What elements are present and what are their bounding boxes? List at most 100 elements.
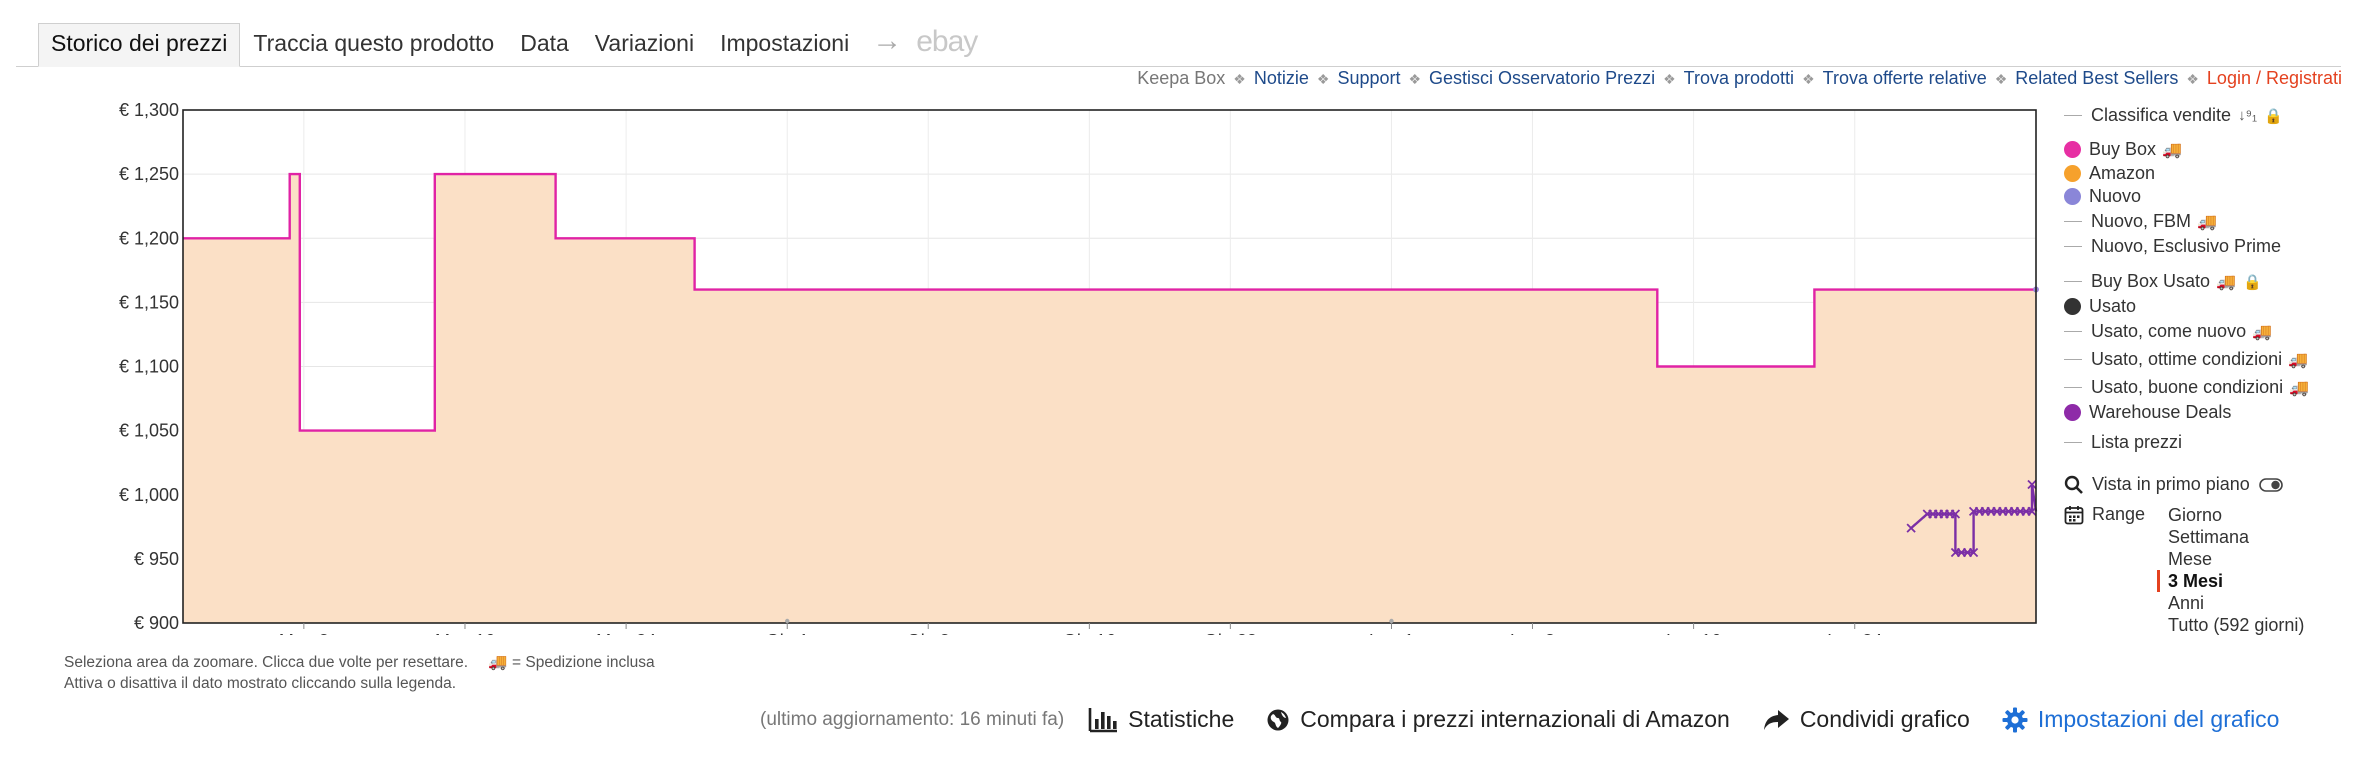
range-options: Giorno Settimana Mese 3 Mesi Anni Tutto (592 … — [2157, 504, 2304, 636]
tab-variations[interactable]: Variazioni — [582, 24, 707, 66]
legend-label: Lista prezzi — [2091, 432, 2183, 452]
legend-label: Classifica vendite — [2091, 105, 2232, 125]
legend-line-icon — [2064, 387, 2082, 388]
zoom-hint: Seleziona area da zoomare. Clicca due vo… — [64, 654, 469, 671]
legend-used[interactable]: Usato — [2064, 296, 2136, 317]
login-link[interactable]: Login / Registrati — [2207, 68, 2342, 88]
legend-line-icon — [2064, 359, 2082, 360]
range-option[interactable]: 3 Mesi — [2157, 570, 2304, 592]
x-tick-label: Lug 16 — [1666, 631, 1721, 635]
bottom-bar: (ultimo aggiornamento: 16 minuti fa) Sta… — [760, 706, 2320, 733]
legend-sales-rank[interactable]: Classifica vendite ↓⁹₁ 🔒 — [2064, 105, 2283, 126]
y-tick-label: € 1,300 — [119, 100, 179, 120]
y-tick-label: € 1,150 — [119, 292, 179, 312]
gear-icon — [2002, 707, 2028, 732]
statistics-button[interactable]: Statistiche — [1088, 706, 1234, 733]
legend-label: Usato, come nuovo — [2091, 321, 2247, 341]
x-tick-label: Giu 1 — [766, 631, 809, 635]
range-option[interactable]: Settimana — [2168, 526, 2304, 548]
truck-icon: 🚚 — [2162, 141, 2182, 159]
price-history-chart[interactable]: € 1,300 € 1,250 € 1,200 € 1,150 € 1,100 € 1,0… — [0, 95, 2050, 635]
legend-list-price[interactable]: Lista prezzi — [2064, 432, 2182, 453]
tab-settings[interactable]: Impostazioni — [707, 24, 862, 66]
legend-buy-box[interactable]: Buy Box 🚚 — [2064, 139, 2182, 160]
top-nav: Keepa Box ❖ Notizie ❖ Support ❖ Gestisci Osser… — [1137, 68, 2342, 89]
legend-label: Nuovo — [2089, 186, 2142, 206]
chart-settings-button[interactable]: Impostazioni del grafico — [2002, 706, 2280, 733]
toggle-icon[interactable] — [2258, 477, 2283, 492]
shipping-hint: = Spedizione inclusa — [512, 654, 655, 671]
range-option[interactable]: Tutto (592 giorni) — [2168, 614, 2304, 636]
legend-used-very-good[interactable]: Usato, ottime condizioni 🚚 — [2064, 349, 2308, 370]
compare-label: Compara i prezzi internazionali di Amazo… — [1300, 706, 1730, 732]
separator-icon: ❖ — [1663, 71, 1676, 87]
separator-icon: ❖ — [1994, 71, 2008, 87]
range-option[interactable]: Giorno — [2168, 504, 2304, 526]
compare-international-button[interactable]: Compara i prezzi internazionali di Amazo… — [1266, 706, 1730, 733]
legend-dot-icon — [2064, 404, 2081, 421]
axis-event-dot — [785, 618, 790, 624]
chart-settings-label: Impostazioni del grafico — [2037, 706, 2280, 732]
manage-tracker-link[interactable]: Gestisci Osservatorio Prezzi — [1429, 68, 1655, 88]
related-best-sellers-link[interactable]: Related Best Sellers — [2015, 68, 2178, 88]
legend-line-icon — [2064, 281, 2082, 282]
legend-new-fbm[interactable]: Nuovo, FBM 🚚 — [2064, 211, 2217, 232]
legend-label: Amazon — [2089, 163, 2156, 183]
range-option[interactable]: Mese — [2168, 548, 2304, 570]
y-tick-label: € 1,100 — [119, 357, 179, 377]
legend-new[interactable]: Nuovo — [2064, 186, 2141, 207]
keepa-box-link[interactable]: Keepa Box — [1137, 68, 1225, 88]
legend-line-icon — [2064, 115, 2082, 116]
legend-label: Usato, buone condizioni — [2091, 377, 2284, 397]
legend-label: Buy Box — [2089, 139, 2157, 159]
truck-icon: 🚚 — [2288, 351, 2309, 369]
legend-label: Buy Box Usato — [2091, 271, 2211, 291]
chart-hint: Seleziona area da zoomare. Clicca due vo… — [64, 653, 655, 672]
x-axis: Mag 8 Mag 16 Mag 24 Giu 1 Giu 8 Giu 16 Giu 23 L… — [279, 623, 1882, 635]
range-label: Range — [2092, 504, 2146, 524]
legend-buy-box-used[interactable]: Buy Box Usato 🚚 🔒 — [2064, 271, 2262, 292]
separator-icon: ❖ — [1408, 71, 1422, 87]
y-axis: € 1,300 € 1,250 € 1,200 € 1,150 € 1,100 € 1,0… — [119, 100, 179, 633]
x-tick-label: Lug 24 — [1827, 631, 1882, 635]
legend-amazon[interactable]: Amazon — [2064, 163, 2155, 184]
legend-line-icon — [2064, 246, 2082, 247]
separator-icon: ❖ — [1316, 71, 1330, 87]
y-tick-label: € 950 — [134, 549, 179, 569]
x-tick-label: Lug 8 — [1510, 631, 1555, 635]
legend-line-icon — [2064, 221, 2082, 222]
range-option[interactable]: Anni — [2168, 592, 2304, 614]
bar-chart-icon — [1088, 707, 1118, 732]
foreground-label: Vista in primo piano — [2092, 474, 2250, 494]
legend-line-icon — [2064, 442, 2082, 443]
legend-hint: Attiva o disattiva il dato mostrato clic… — [64, 675, 457, 692]
last-updated: (ultimo aggiornamento: 16 minuti fa) — [760, 708, 1065, 730]
tab-price-history[interactable]: Storico dei prezzi — [38, 23, 241, 67]
separator-icon: ❖ — [2186, 71, 2199, 87]
tab-track-product[interactable]: Traccia questo prodotto — [240, 24, 507, 66]
foreground-toggle[interactable]: Vista in primo piano — [2064, 474, 2283, 495]
find-products-link[interactable]: Trova prodotti — [1684, 68, 1794, 88]
lock-icon: 🔒 — [2264, 107, 2283, 125]
legend-used-good[interactable]: Usato, buone condizioni 🚚 — [2064, 377, 2309, 398]
tab-data[interactable]: Data — [507, 24, 582, 66]
legend-new-prime[interactable]: Nuovo, Esclusivo Prime — [2064, 236, 2281, 257]
x-tick-label: Mag 24 — [596, 631, 656, 635]
range-label-row: Range — [2064, 504, 2145, 525]
sort-numeric-icon: ↓⁹₁ — [2238, 107, 2258, 124]
tab-ebay[interactable]: ebay — [912, 24, 985, 66]
legend-warehouse-deals[interactable]: Warehouse Deals — [2064, 402, 2231, 423]
legend-dot-icon — [2064, 298, 2081, 315]
y-tick-label: € 900 — [134, 613, 179, 633]
share-chart-button[interactable]: Condividi grafico — [1762, 706, 1970, 733]
legend-label: Usato — [2089, 296, 2137, 316]
legend-label: Nuovo, FBM — [2091, 211, 2192, 231]
legend-line-icon — [2064, 331, 2082, 332]
legend-dot-icon — [2064, 141, 2081, 158]
news-link[interactable]: Notizie — [1254, 68, 1309, 88]
find-deals-link[interactable]: Trova offerte relative — [1823, 68, 1987, 88]
legend-used-like-new[interactable]: Usato, come nuovo 🚚 — [2064, 321, 2272, 342]
lock-icon: 🔒 — [2242, 273, 2262, 291]
legend-label: Nuovo, Esclusivo Prime — [2091, 236, 2282, 256]
support-link[interactable]: Support — [1337, 68, 1400, 88]
